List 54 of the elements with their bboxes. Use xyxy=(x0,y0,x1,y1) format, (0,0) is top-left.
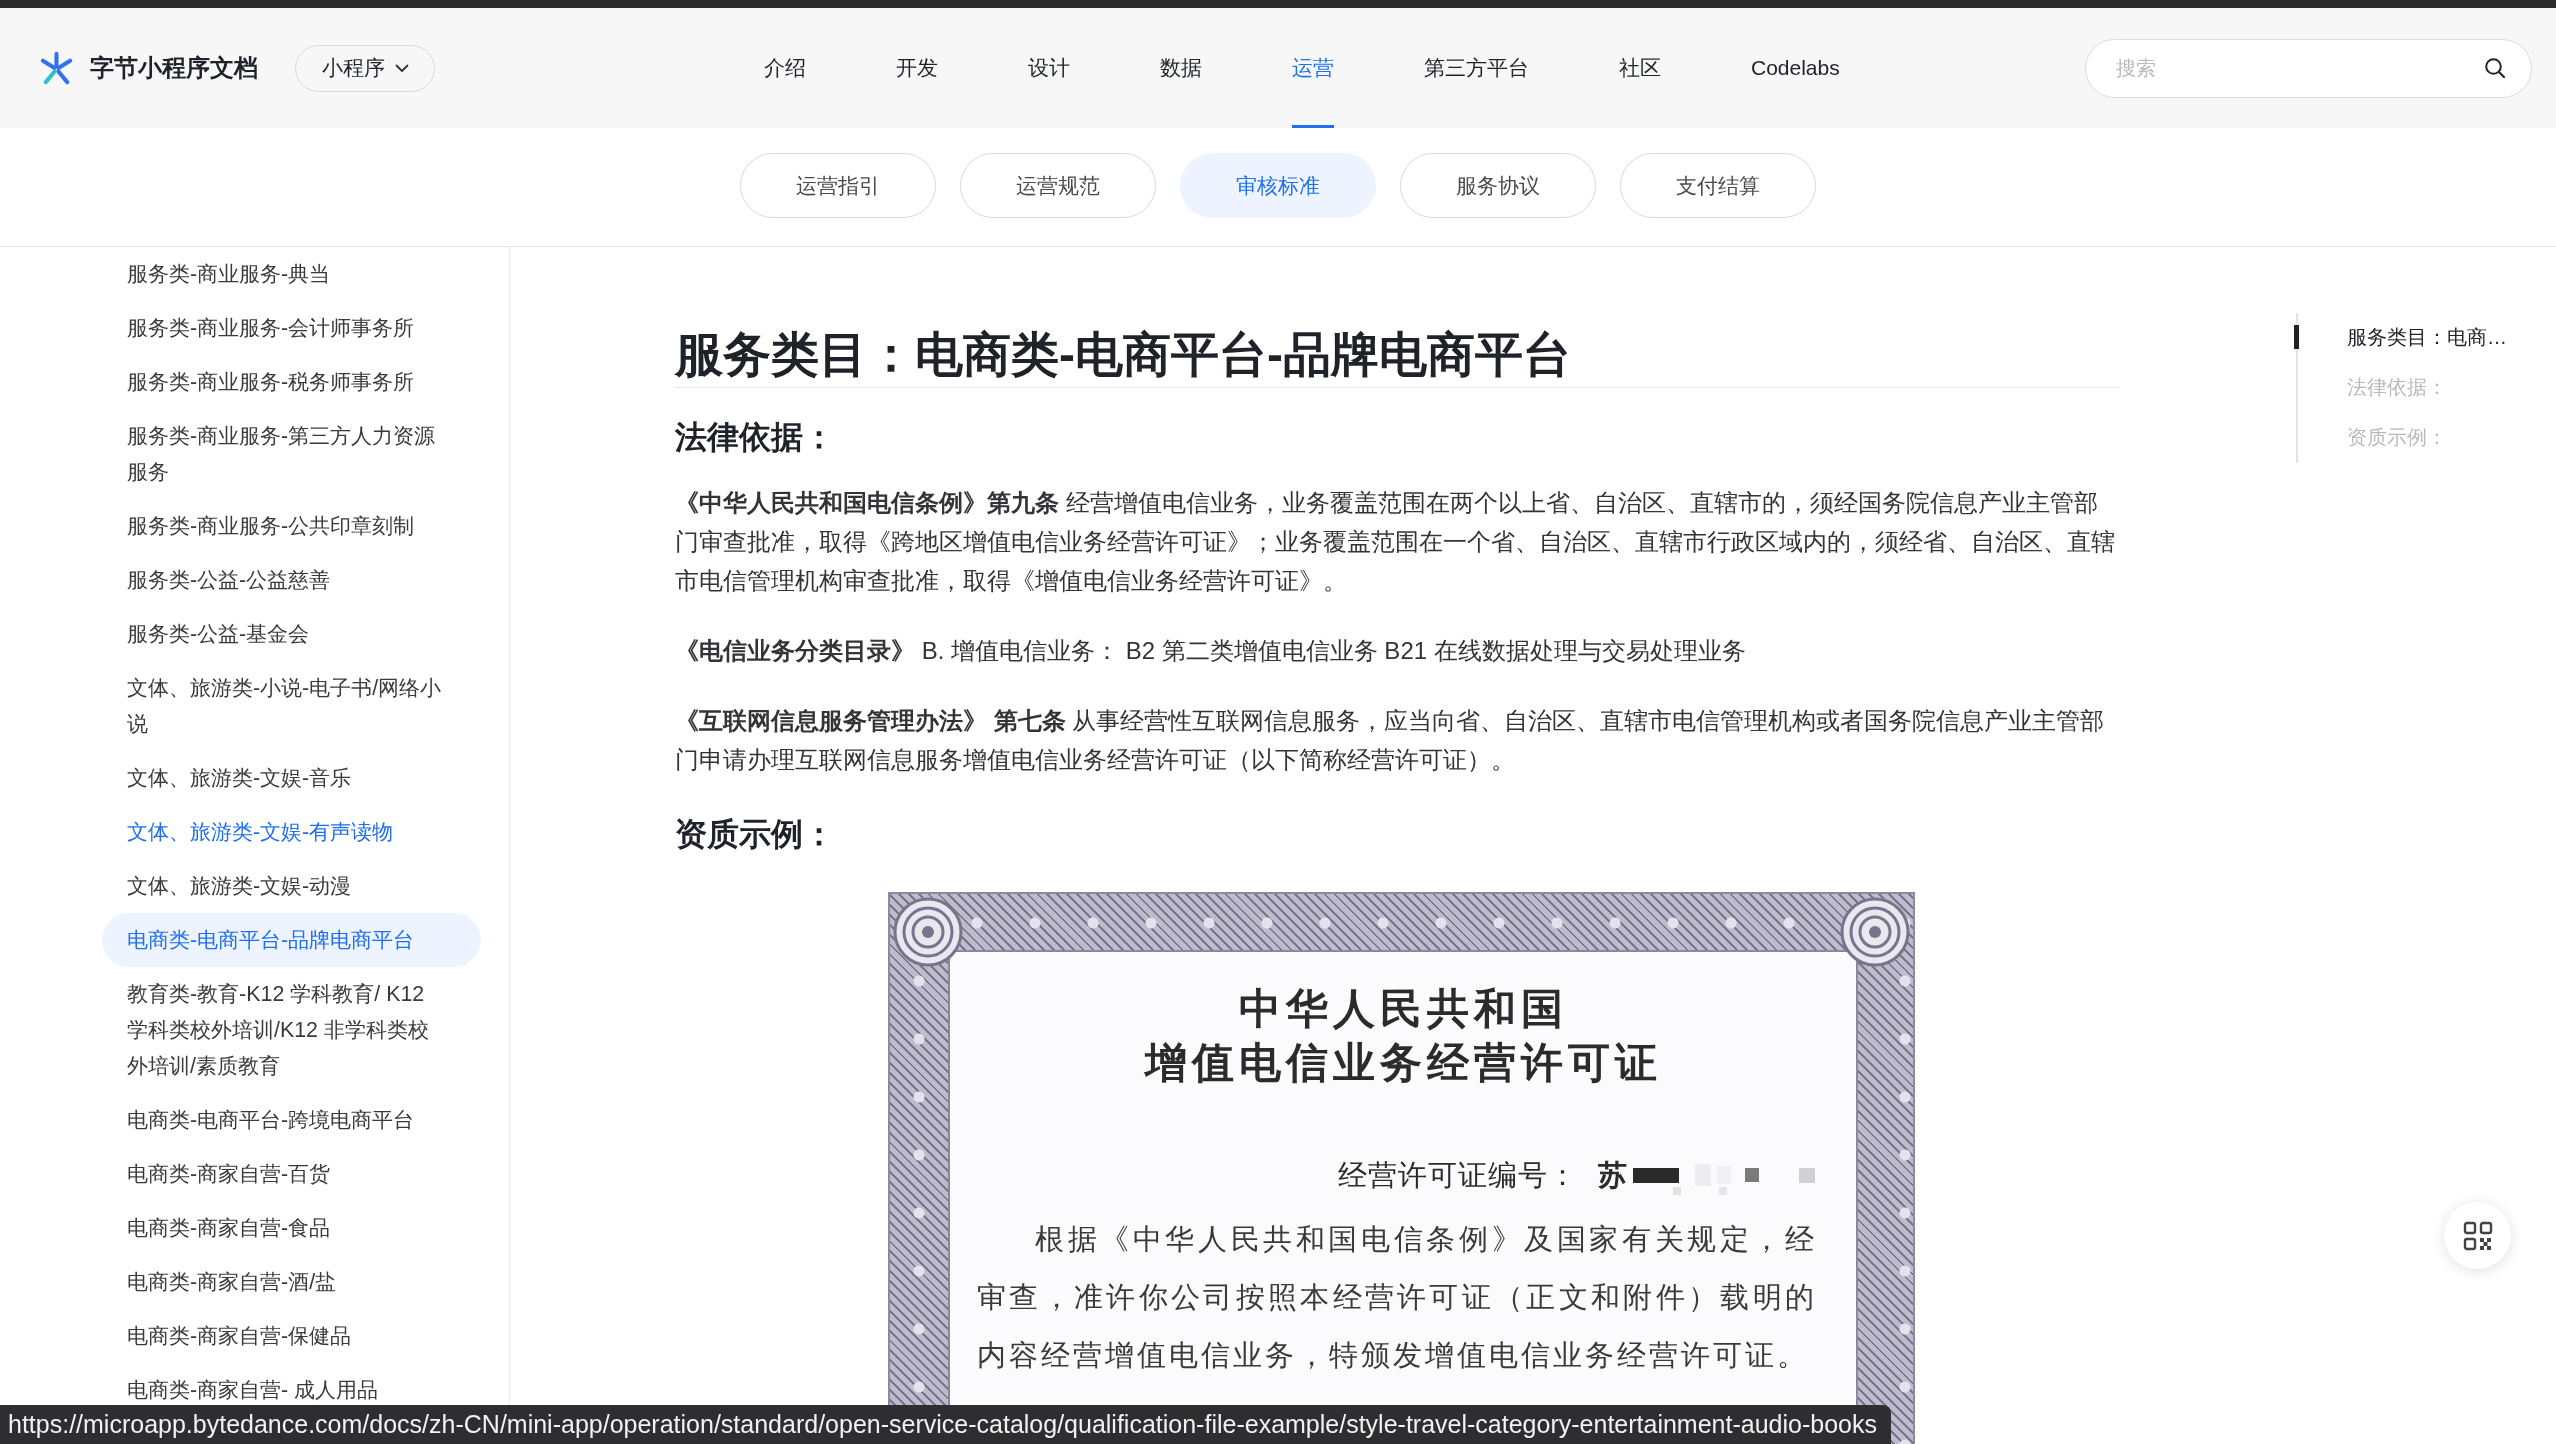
sidebar-item[interactable]: 服务类-商业服务-典当 xyxy=(102,247,481,301)
license-number-label: 经营许可证编号： xyxy=(1338,1158,1578,1193)
paragraph: 《电信业务分类目录》 B. 增值电信业务： B2 第二类增值电信业务 B21 在线数据处理与交易处理业务 xyxy=(675,636,1747,666)
license-number-value: 苏 xyxy=(1598,1158,1627,1193)
qr-code-icon xyxy=(2462,1220,2493,1251)
sidebar-item[interactable]: 服务类-公益-公益慈善 xyxy=(102,553,481,607)
corner-rosette-icon xyxy=(893,897,963,967)
sidebar-item[interactable]: 电商类-电商平台-品牌电商平台 xyxy=(102,913,481,967)
sub-tab[interactable]: 支付结算 xyxy=(1620,153,1816,218)
nav-tab[interactable]: 设计 xyxy=(1028,8,1070,128)
nav-tab[interactable]: 第三方平台 xyxy=(1424,8,1529,128)
sidebar-item[interactable]: 服务类-商业服务-公共印章刻制 xyxy=(102,499,481,553)
search-icon[interactable] xyxy=(2484,56,2506,79)
sidebar-item[interactable]: 服务类-商业服务-第三方人力资源服务 xyxy=(102,409,481,499)
sidebar-item[interactable]: 文体、旅游类-小说-电子书/网络小说 xyxy=(102,661,481,751)
nav-tab[interactable]: 运营 xyxy=(1292,8,1334,128)
sidebar-item[interactable]: 电商类-商家自营-保健品 xyxy=(102,1309,481,1363)
certificate-title: 增值电信业务经营许可证 xyxy=(1143,1039,1663,1088)
sidebar-item[interactable]: 文体、旅游类-文娱-动漫 xyxy=(102,859,481,913)
sidebar-item[interactable]: 文体、旅游类-文娱-有声读物 xyxy=(102,805,481,859)
nav-tab[interactable]: Codelabs xyxy=(1751,8,1840,128)
chevron-down-icon xyxy=(394,63,409,73)
url-status-tooltip: https://microapp.bytedance.com/docs/zh-CN/mini-app/operation/standard/open-service-catalog/qualification-file-example/style-travel-category-entertainment-audio-books xyxy=(0,1405,1891,1444)
sidebar-item[interactable]: 电商类-商家自营-酒/盐 xyxy=(102,1255,481,1309)
sub-tab[interactable]: 运营规范 xyxy=(960,153,1156,218)
corner-rosette-icon xyxy=(1840,897,1910,967)
nav-tab[interactable]: 社区 xyxy=(1619,8,1661,128)
sidebar-item[interactable]: 教育类-教育-K12 学科教育/ K12 学科类校外培训/K12 非学科类校外培训/素质教育 xyxy=(102,967,481,1093)
sub-tab[interactable]: 运营指引 xyxy=(740,153,936,218)
sub-tab[interactable]: 审核标准 xyxy=(1180,153,1376,218)
section-heading: 法律依据： xyxy=(675,418,836,457)
sidebar-item[interactable]: 电商类-商家自营-食品 xyxy=(102,1201,481,1255)
nav-tab[interactable]: 介绍 xyxy=(764,8,806,128)
sub-tab[interactable]: 服务协议 xyxy=(1400,153,1596,218)
sidebar-item[interactable]: 服务类-商业服务-会计师事务所 xyxy=(102,301,481,355)
site-title[interactable]: 字节小程序文档 xyxy=(90,52,258,84)
toc-active-marker xyxy=(2294,325,2299,349)
certificate-title: 中华人民共和国 xyxy=(1237,985,1569,1034)
paragraph: 《互联网信息服务管理办法》 第七条 从事经营性互联网信息服务，应当向省、自治区、直辖市电信管理机构或者国务院信息产业主管部门申请办理互联网信息服务增值电信业务经营许可证（以下简称经营许可证）。 xyxy=(675,706,2106,775)
logo-icon[interactable] xyxy=(38,49,75,87)
sidebar-item[interactable]: 服务类-商业服务-税务师事务所 xyxy=(102,355,481,409)
paragraph: 《中华人民共和国电信条例》第九条 经营增值电信业务，业务覆盖范围在两个以上省、自治区、直辖市的，须经国务院信息产业主管部门审查批准，取得《跨地区增值电信业务经营许可证》；业务覆盖范围在一个省、自治区、直辖市行政区域内的，须经省、自治区、直辖市电信管理机构审查批准，取得《增值电信业务经营许可证》。 xyxy=(675,488,2116,596)
product-dropdown[interactable]: 小程序 xyxy=(295,44,435,92)
nav-tab[interactable]: 开发 xyxy=(896,8,938,128)
article-title: 服务类目：电商类-电商平台-品牌电商平台 xyxy=(675,323,2120,388)
nav-tab[interactable]: 数据 xyxy=(1160,8,1202,128)
sidebar-item[interactable]: 服务类-公益-基金会 xyxy=(102,607,481,661)
search-field[interactable]: 搜索 xyxy=(2085,38,2532,98)
certificate-text: 根据《中华人民共和国电信条例》及国家有关规定，经审查，准许你公司按照本经营许可证（正文和附件）载明的内容经营增值电信业务，特颁发增值电信业务经营许可证。 xyxy=(977,1222,1817,1373)
section-heading: 资质示例： xyxy=(675,815,836,854)
toc-link[interactable]: 服务类目：电商… xyxy=(2347,326,2507,348)
sidebar-item[interactable]: 电商类-商家自营-百货 xyxy=(102,1147,481,1201)
sidebar-item[interactable]: 文体、旅游类-文娱-音乐 xyxy=(102,751,481,805)
sidebar-item[interactable]: 电商类-电商平台-跨境电商平台 xyxy=(102,1093,481,1147)
